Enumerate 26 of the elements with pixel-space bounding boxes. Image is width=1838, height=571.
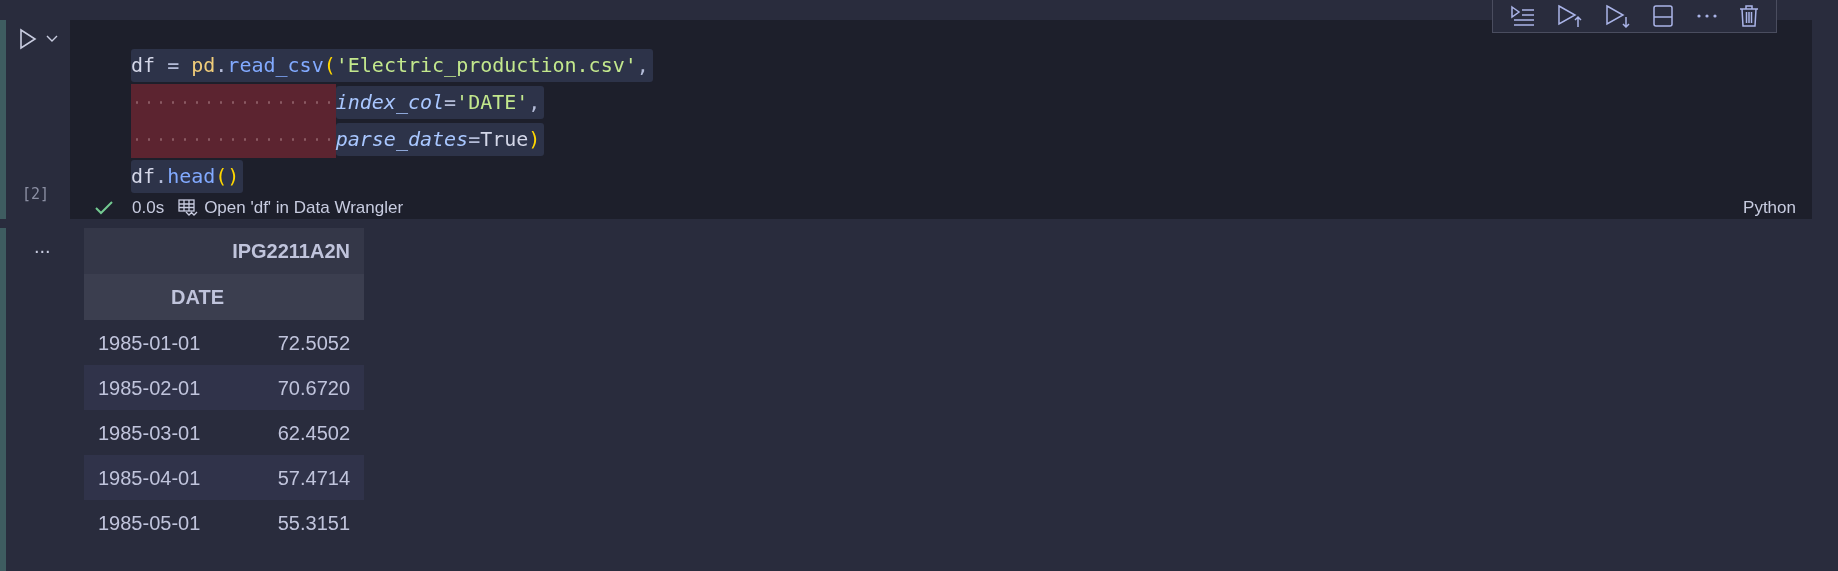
run-below-icon[interactable] [1604, 3, 1631, 28]
index-cell-text: 1985-04-01 [98, 465, 201, 491]
run-icon [19, 28, 37, 50]
index-cell-text: 1985-02-01 [98, 375, 201, 401]
output-menu-button[interactable]: ... [6, 236, 84, 256]
run-above-icon[interactable] [1557, 3, 1584, 28]
execution-count: [2] [21, 183, 51, 205]
index-cell-text: 1985-01-01 [98, 330, 201, 356]
index-cell-text: 1985-05-01 [98, 510, 201, 536]
table-cell-text: 72.5052 [277, 330, 350, 356]
trash-icon[interactable] [1739, 4, 1760, 27]
table-cell-text: 55.3151 [277, 510, 350, 536]
execution-time: 0.0s [132, 197, 165, 219]
index-cell-text: 1985-03-01 [98, 420, 201, 446]
chevron-down-icon[interactable] [46, 35, 58, 43]
language-label[interactable]: Python [1743, 195, 1796, 221]
table-cell-text: 62.4502 [277, 420, 350, 446]
split-cell-icon[interactable] [1652, 4, 1675, 27]
column-header: IPG2211A2N [232, 239, 350, 264]
code-editor[interactable]: df = pd.read_csv('Electric_production.csv', index_col='DATE', parse_dates=True) df.head() 0.0s Open 'df' in Data Wrangler Python [70, 20, 1812, 219]
index-header: DATE [170, 285, 224, 310]
table-cell-text: 70.6720 [277, 375, 350, 401]
data-wrangler-link[interactable]: Open 'df' in Data Wrangler [178, 195, 404, 221]
run-by-line-icon[interactable] [1509, 4, 1536, 27]
table-cell-text: 57.4714 [277, 465, 350, 491]
more-icon[interactable] [1695, 12, 1718, 19]
